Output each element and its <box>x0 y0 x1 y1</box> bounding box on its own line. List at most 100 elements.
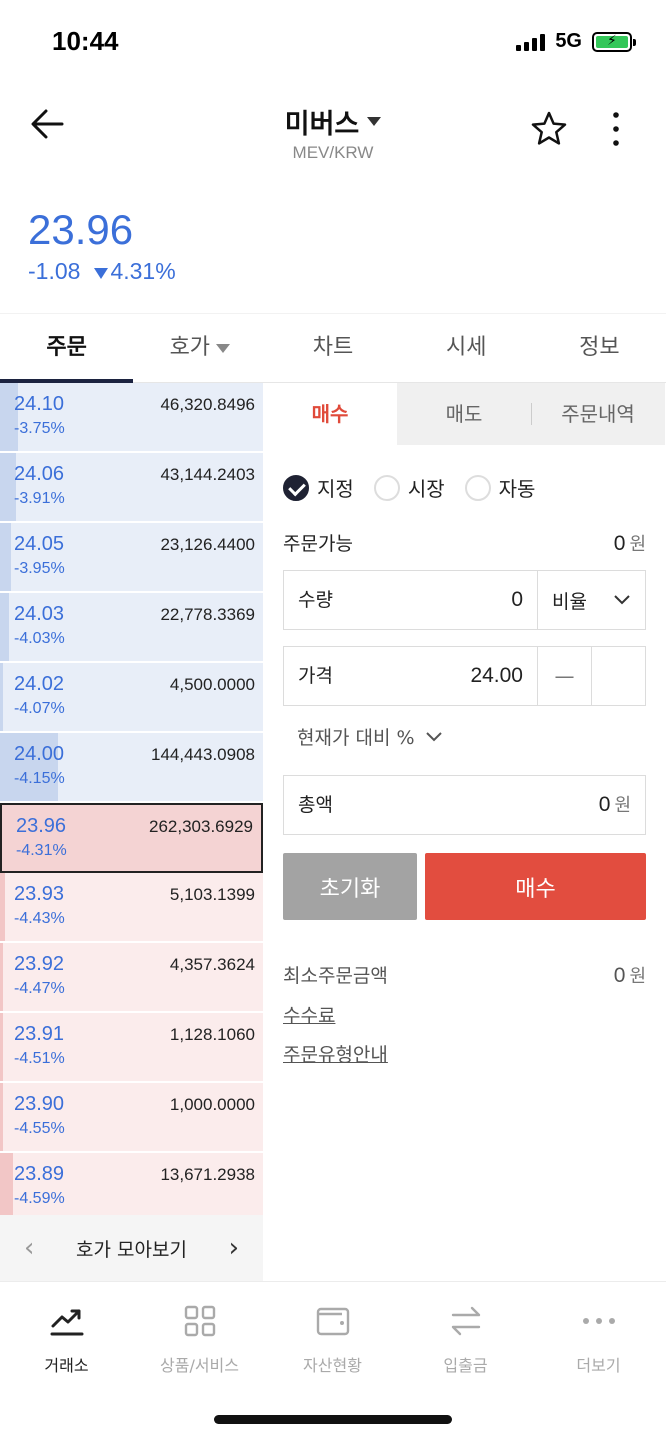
ratio-select[interactable]: 비율 <box>537 571 645 629</box>
orderbook-price: 23.96 <box>16 815 67 837</box>
order-type-limit[interactable]: 지정 <box>283 473 354 502</box>
orderbook-row[interactable]: 23.93 -4.43% 5,103.1399 <box>0 873 263 943</box>
orderbook-percent: -4.51% <box>14 1050 65 1067</box>
orderbook-row[interactable]: 24.06 -3.91% 43,144.2403 <box>0 453 263 523</box>
nav-transfer[interactable]: 입출금 <box>399 1300 532 1376</box>
tab-info[interactable]: 정보 <box>533 314 666 382</box>
buy-button[interactable]: 매수 <box>425 853 646 920</box>
subtab-sell[interactable]: 매도 <box>397 383 531 445</box>
orderbook-percent: -4.47% <box>14 980 65 997</box>
tab-order[interactable]: 주문 <box>0 314 134 383</box>
order-type-guide-link[interactable]: 주문유형안내 <box>283 1040 388 1067</box>
orderbook-row[interactable]: 24.03 -4.03% 22,778.3369 <box>0 593 263 663</box>
available-row: 주문가능 0원 <box>283 529 646 556</box>
price-increase-button[interactable] <box>591 647 645 705</box>
price-compare-label: 현재가 대비 % <box>297 727 415 749</box>
order-type-market-label: 시장 <box>407 477 445 501</box>
more-dots-icon <box>582 1318 615 1324</box>
chevron-right-icon[interactable]: › <box>229 1233 239 1263</box>
available-value: 0 <box>613 531 626 555</box>
nav-transfer-label: 입출금 <box>443 1356 488 1375</box>
order-type-market[interactable]: 시장 <box>373 473 445 502</box>
nav-assets[interactable]: 자산현황 <box>266 1300 399 1376</box>
order-type-auto-label: 자동 <box>498 477 536 501</box>
main-tabs: 주문 호가 차트 시세 정보 <box>0 313 666 383</box>
nav-more-label: 더보기 <box>576 1356 621 1375</box>
header: 미버스 MEV/KRW <box>0 84 666 174</box>
more-vertical-icon[interactable] <box>606 110 626 148</box>
down-triangle-icon <box>94 268 109 279</box>
price-label: 가격 <box>298 665 333 687</box>
orderbook-volume: 262,303.6929 <box>149 817 253 836</box>
change-percent-wrap: 4.31% <box>94 258 176 285</box>
min-order-value: 0 <box>613 963 626 987</box>
orderbook-price: 23.89 <box>14 1163 65 1185</box>
orderbook-percent: -4.03% <box>14 630 65 647</box>
status-bar: 10:44 5G ⚡ <box>0 0 666 84</box>
orderbook-row[interactable]: 24.02 -4.07% 4,500.0000 <box>0 663 263 733</box>
orderbook-price: 24.10 <box>14 393 65 415</box>
min-order-row: 최소주문금액 0원 <box>283 961 646 988</box>
nav-more[interactable]: 더보기 <box>532 1300 665 1376</box>
available-label: 주문가능 <box>283 533 353 555</box>
tab-orderbook[interactable]: 호가 <box>133 314 266 382</box>
order-type-limit-label: 지정 <box>317 477 354 501</box>
reset-button[interactable]: 초기화 <box>283 853 417 920</box>
subtab-buy[interactable]: 매수 <box>263 383 397 445</box>
order-panel: 매수 매도 주문내역 지정 시장 자동 주문가능 0원 수량 0 비율 가격 2… <box>263 383 666 1281</box>
price-decrease-button[interactable]: — <box>537 647 591 705</box>
depth-bar <box>0 943 3 1011</box>
orderbook-row[interactable]: 24.10 -3.75% 46,320.8496 <box>0 383 263 453</box>
orderbook-price: 24.05 <box>14 533 65 555</box>
tab-info-label: 정보 <box>579 335 620 360</box>
quantity-label: 수량 <box>298 589 333 611</box>
currency-unit: 원 <box>629 533 646 555</box>
orderbook-row[interactable]: 24.05 -3.95% 23,126.4400 <box>0 523 263 593</box>
orderbook-volume: 43,144.2403 <box>160 465 255 484</box>
orderbook-row[interactable]: 23.90 -4.55% 1,000.0000 <box>0 1083 263 1153</box>
tab-chart-label: 차트 <box>312 335 354 360</box>
tab-order-label: 주문 <box>46 335 87 360</box>
nav-exchange-label: 거래소 <box>44 1356 89 1375</box>
orderbook-row[interactable]: 23.91 -4.51% 1,128.1060 <box>0 1013 263 1083</box>
fee-link[interactable]: 수수료 <box>283 1001 335 1028</box>
total-value: 0 <box>598 793 611 816</box>
order-type-auto[interactable]: 자동 <box>464 473 536 502</box>
depth-bar <box>0 1083 3 1151</box>
minus-icon: — <box>554 664 575 688</box>
orderbook-volume: 23,126.4400 <box>160 535 255 554</box>
radio-empty-icon <box>464 474 491 501</box>
price-compare-dropdown[interactable]: 현재가 대비 % <box>297 723 443 750</box>
tab-trades[interactable]: 시세 <box>400 314 533 382</box>
orderbook-group-view[interactable]: 호가 모아보기 <box>76 1235 187 1262</box>
nav-products[interactable]: 상품/서비스 <box>133 1300 266 1376</box>
total-label: 총액 <box>298 794 333 816</box>
orderbook-row[interactable]: 23.92 -4.47% 4,357.3624 <box>0 943 263 1013</box>
orderbook-current-row[interactable]: 23.96 -4.31% 262,303.6929 <box>0 803 263 873</box>
orderbook-percent: -4.15% <box>14 770 65 787</box>
tab-chart[interactable]: 차트 <box>266 314 399 382</box>
orderbook-row[interactable]: 23.89 -4.59% 13,671.2938 <box>0 1153 263 1223</box>
chevron-left-icon[interactable]: ‹ <box>24 1233 34 1263</box>
radio-empty-icon <box>373 474 400 501</box>
orderbook-price: 23.92 <box>14 953 65 975</box>
orderbook-price: 24.00 <box>14 743 65 765</box>
check-circle-icon <box>283 474 309 501</box>
subtab-history[interactable]: 주문내역 <box>531 383 665 445</box>
orderbook-row[interactable]: 24.00 -4.15% 144,443.0908 <box>0 733 263 803</box>
star-icon[interactable] <box>530 110 568 148</box>
chevron-down-icon <box>614 595 630 605</box>
price-input[interactable]: 24.00 <box>333 647 537 705</box>
orderbook-percent: -4.43% <box>14 910 65 927</box>
total-input[interactable]: 0원 <box>333 776 645 834</box>
orderbook-volume: 5,103.1399 <box>169 885 255 904</box>
nav-exchange[interactable]: 거래소 <box>0 1300 133 1376</box>
orderbook-percent: -3.95% <box>14 560 65 577</box>
market-title[interactable]: 미버스 <box>285 102 360 141</box>
quantity-input[interactable]: 0 <box>333 571 537 629</box>
orderbook-price: 23.91 <box>14 1023 65 1045</box>
orderbook-volume: 144,443.0908 <box>151 745 255 764</box>
orderbook-percent: -4.59% <box>14 1190 65 1207</box>
depth-bar <box>0 523 11 591</box>
orderbook-volume: 13,671.2938 <box>160 1165 255 1184</box>
